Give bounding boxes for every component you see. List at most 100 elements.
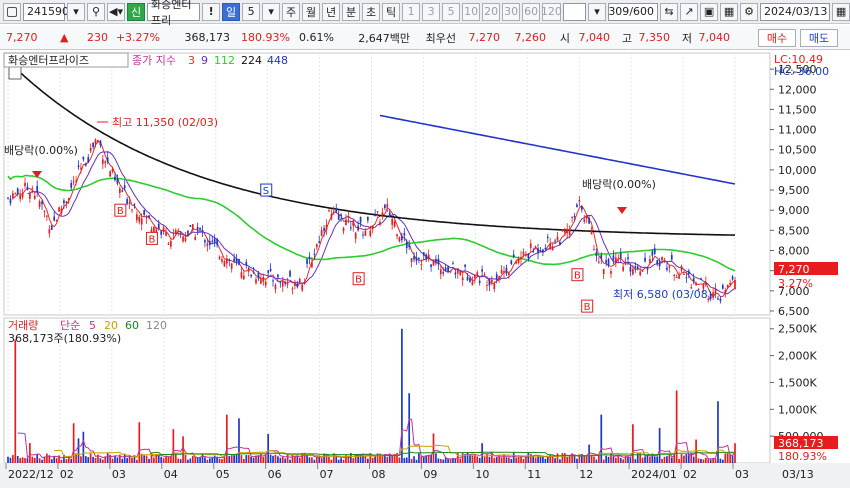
candle-body: [33, 195, 36, 200]
candle-body: [605, 260, 607, 263]
volume-bar: [267, 433, 270, 463]
candle-body: [187, 230, 189, 235]
search-icon[interactable]: ⚲: [87, 2, 105, 21]
num-1[interactable]: 1: [402, 2, 421, 21]
candle-body: [391, 218, 394, 225]
period-month[interactable]: 월: [302, 2, 321, 21]
volume-bar: [649, 456, 651, 463]
ma3-legend: 3: [188, 54, 195, 67]
volume-tick-label: 1,000K: [778, 403, 817, 416]
period-minute[interactable]: 분: [342, 2, 361, 21]
volume-bar: [80, 456, 82, 463]
time-label: 2024/01: [631, 468, 677, 481]
alert-button[interactable]: !: [202, 2, 221, 21]
num-120[interactable]: 120: [541, 2, 562, 21]
candle-body: [731, 276, 734, 280]
best-bid: 7,260: [514, 31, 547, 44]
candle-body: [627, 257, 629, 260]
num-20[interactable]: 20: [482, 2, 501, 21]
candle-body: [420, 264, 423, 266]
period-year[interactable]: 년: [322, 2, 341, 21]
period-second[interactable]: 초: [362, 2, 381, 21]
candle-body: [80, 167, 82, 169]
buy-button[interactable]: 매수: [758, 29, 796, 47]
stock-chart[interactable]: 12,50012,00011,50011,00010,50010,0009,50…: [0, 50, 850, 488]
volume-bar: [413, 456, 415, 463]
candle-body: [532, 251, 535, 253]
trade-amount: 2,647백만: [358, 31, 410, 45]
panel-grid-icon[interactable]: [8, 66, 22, 80]
chart-settings-icon[interactable]: ⇆: [660, 2, 679, 21]
candle-body: [401, 235, 403, 241]
candle-body: [432, 260, 435, 266]
num-60[interactable]: 60: [522, 2, 541, 21]
volume-bar: [294, 456, 296, 463]
candle-body: [230, 263, 233, 269]
candle-body: [670, 255, 673, 260]
num-30[interactable]: 30: [502, 2, 521, 21]
calendar-icon[interactable]: ▦: [832, 2, 850, 21]
candle-body: [578, 200, 581, 202]
num-3[interactable]: 3: [422, 2, 441, 21]
volume-bar: [566, 457, 569, 463]
volume-bar: [418, 453, 420, 463]
period-week[interactable]: 주: [282, 2, 301, 21]
candle-body: [298, 278, 301, 283]
volume-bar: [476, 456, 479, 463]
custom-period-input[interactable]: [562, 2, 587, 21]
volume-bar: [230, 455, 233, 463]
period-dropdown-icon[interactable]: ▾: [262, 2, 281, 21]
volume-bar: [444, 457, 447, 463]
candle-body: [359, 217, 362, 223]
period-num-select[interactable]: 5: [242, 2, 261, 21]
signal-letter: B: [117, 206, 124, 217]
volume-bar: [167, 456, 170, 463]
volume-bar: [527, 453, 530, 463]
candle-body: [619, 253, 622, 259]
date-input[interactable]: 2024/03/13: [760, 2, 831, 21]
stock-code-input[interactable]: 241590: [23, 2, 69, 21]
stock-name-field[interactable]: 화승엔터프리: [147, 0, 201, 27]
dropdown-arrow-icon[interactable]: ▾: [67, 2, 85, 21]
volume-bar: [60, 459, 63, 463]
gear-icon[interactable]: ⚙: [740, 2, 759, 21]
up-arrow-icon: ▲: [60, 31, 69, 44]
sound-icon[interactable]: ◀▾: [107, 2, 125, 21]
volume-bar: [179, 459, 182, 463]
volume-bar: [398, 457, 401, 463]
num-5[interactable]: 5: [442, 2, 461, 21]
chart-trend-icon[interactable]: ↗: [680, 2, 699, 21]
time-label-last: 03/13: [782, 468, 814, 481]
display-count-input[interactable]: 309/600: [608, 2, 659, 21]
volume-tick-label: 1,500K: [778, 376, 817, 389]
num-10[interactable]: 10: [462, 2, 481, 21]
candle-body: [123, 185, 126, 189]
candle-body: [566, 228, 569, 234]
candle-body: [493, 283, 496, 290]
candle-body: [318, 241, 321, 244]
grid-icon[interactable]: ▦: [720, 2, 739, 21]
volume-bar: [196, 457, 199, 463]
volume-bar: [534, 457, 537, 463]
period-tick[interactable]: 틱: [382, 2, 401, 21]
volume-bar: [605, 455, 607, 463]
candle-body: [311, 262, 313, 268]
candle-body: [449, 270, 452, 273]
period-day-button[interactable]: 일: [222, 2, 241, 21]
volume-current: 368,173주(180.93%): [8, 332, 121, 345]
candle-body: [53, 216, 56, 221]
candle-body: [303, 282, 306, 284]
candle-body: [673, 275, 676, 277]
candle-body: [563, 230, 566, 233]
save-icon[interactable]: ▣: [700, 2, 719, 21]
volume-bar: [612, 456, 615, 463]
menu-icon[interactable]: [3, 2, 21, 21]
custom-dropdown-icon[interactable]: ▾: [588, 2, 607, 21]
volume-bar: [337, 459, 340, 463]
sell-button[interactable]: 매도: [800, 29, 838, 47]
candle-body: [639, 271, 642, 276]
candle-body: [717, 298, 719, 300]
volume-bar: [184, 454, 187, 463]
ma448-legend: 448: [267, 54, 288, 67]
candle-body: [719, 298, 722, 302]
